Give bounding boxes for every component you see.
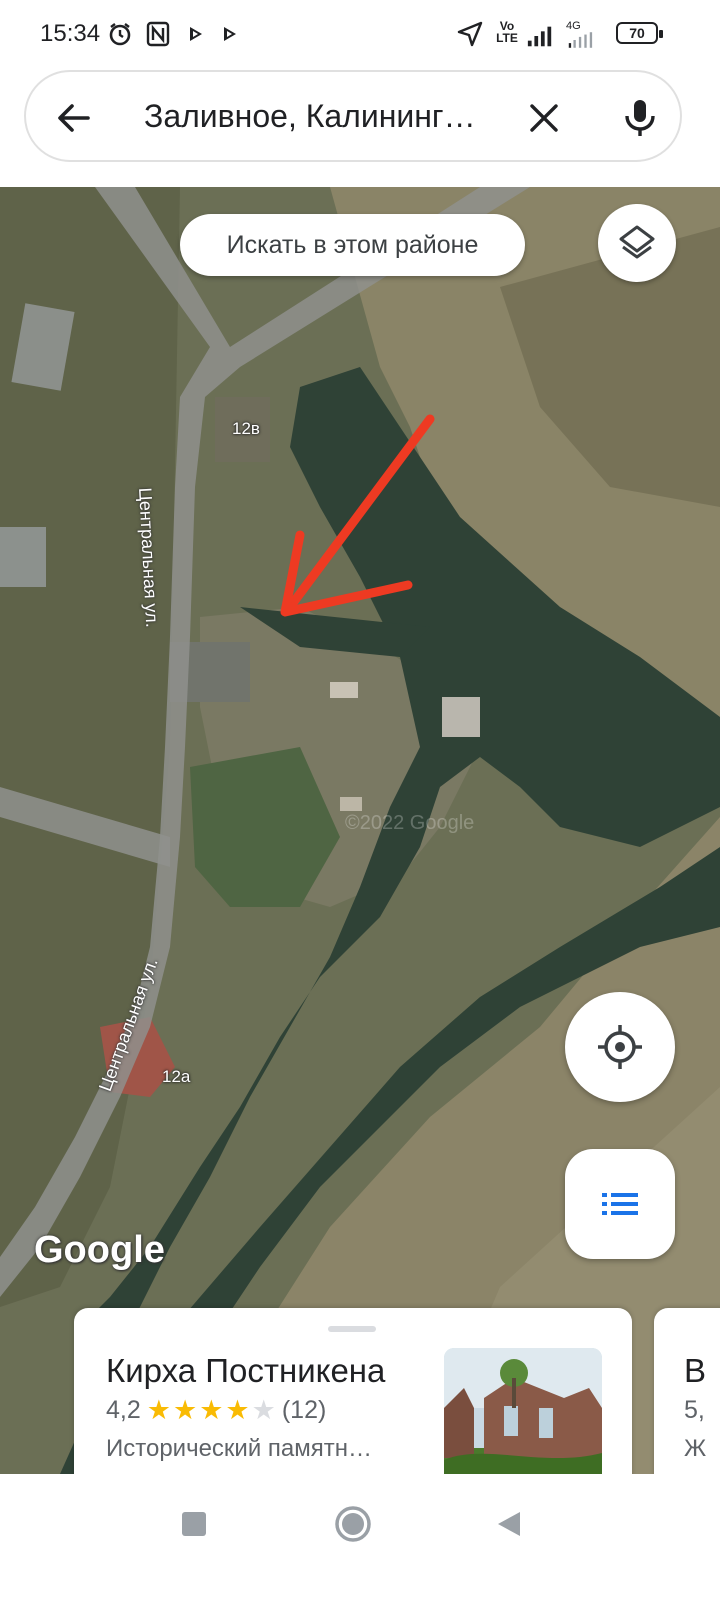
rating-value: 4,2 <box>106 1396 141 1424</box>
status-bar: 15:34 Vo LTE 4G 70 <box>0 0 720 70</box>
status-time: 15:34 <box>40 20 101 47</box>
play-icon <box>216 20 244 48</box>
signal-icon <box>568 26 596 54</box>
system-nav-bar <box>0 1474 720 1600</box>
alarm-icon <box>106 20 134 48</box>
place-rating-row: 4,2 ★ ★ ★ ★ ★ (12) <box>106 1396 326 1425</box>
play-icon <box>182 20 210 48</box>
review-count: (12) <box>281 1396 327 1424</box>
layers-button[interactable] <box>598 204 676 282</box>
search-this-area-button[interactable]: Искать в этом районе <box>180 214 525 276</box>
place-card[interactable]: Кирха Постникена 4,2 ★ ★ ★ ★ ★ (12) Исто… <box>74 1308 632 1498</box>
house-number: 12в <box>232 419 260 438</box>
place-photo[interactable] <box>444 1348 602 1488</box>
next-place-name: В <box>684 1352 707 1389</box>
my-location-button[interactable] <box>565 992 675 1102</box>
star-icon: ★ <box>225 1395 250 1425</box>
star-icon: ★ <box>146 1395 171 1425</box>
google-logo: Google <box>34 1229 165 1271</box>
search-bar[interactable]: Заливное, Калининг… <box>24 70 682 162</box>
my-location-icon <box>598 1025 642 1069</box>
layers-icon <box>619 225 655 259</box>
satellite-map[interactable]: Центральная ул. Центральная ул. 12в 12а … <box>0 187 720 1474</box>
star-icon: ★ <box>172 1395 198 1425</box>
home-icon[interactable] <box>329 1500 377 1548</box>
recent-apps-icon[interactable] <box>170 1500 218 1548</box>
drag-handle[interactable] <box>328 1326 376 1332</box>
star-empty-icon: ★ <box>251 1395 276 1425</box>
place-name: Кирха Постникена <box>106 1352 386 1389</box>
rating-stars: ★ ★ ★ ★ ★ <box>147 1397 276 1424</box>
back-icon[interactable] <box>485 1500 533 1548</box>
nfc-icon <box>144 20 172 48</box>
volte-label: Vo LTE <box>496 19 518 45</box>
list-icon <box>602 1193 638 1215</box>
search-query[interactable]: Заливное, Калининг… <box>144 98 514 135</box>
next-place-card[interactable]: В 5, Ж <box>654 1308 720 1498</box>
close-icon[interactable] <box>522 96 566 140</box>
signal-icon <box>526 22 554 50</box>
battery-indicator: 70 <box>616 22 663 44</box>
next-place-rating: 5, <box>684 1396 705 1424</box>
place-category: Исторический памятн… <box>106 1435 372 1462</box>
star-icon: ★ <box>199 1395 224 1425</box>
house-number: 12а <box>162 1067 191 1086</box>
imagery-watermark: ©2022 Google <box>345 812 475 834</box>
next-place-category: Ж <box>684 1435 707 1462</box>
list-view-button[interactable] <box>565 1149 675 1259</box>
back-arrow-icon[interactable] <box>52 96 96 140</box>
location-arrow-icon <box>456 20 484 48</box>
mic-icon[interactable] <box>616 94 664 142</box>
